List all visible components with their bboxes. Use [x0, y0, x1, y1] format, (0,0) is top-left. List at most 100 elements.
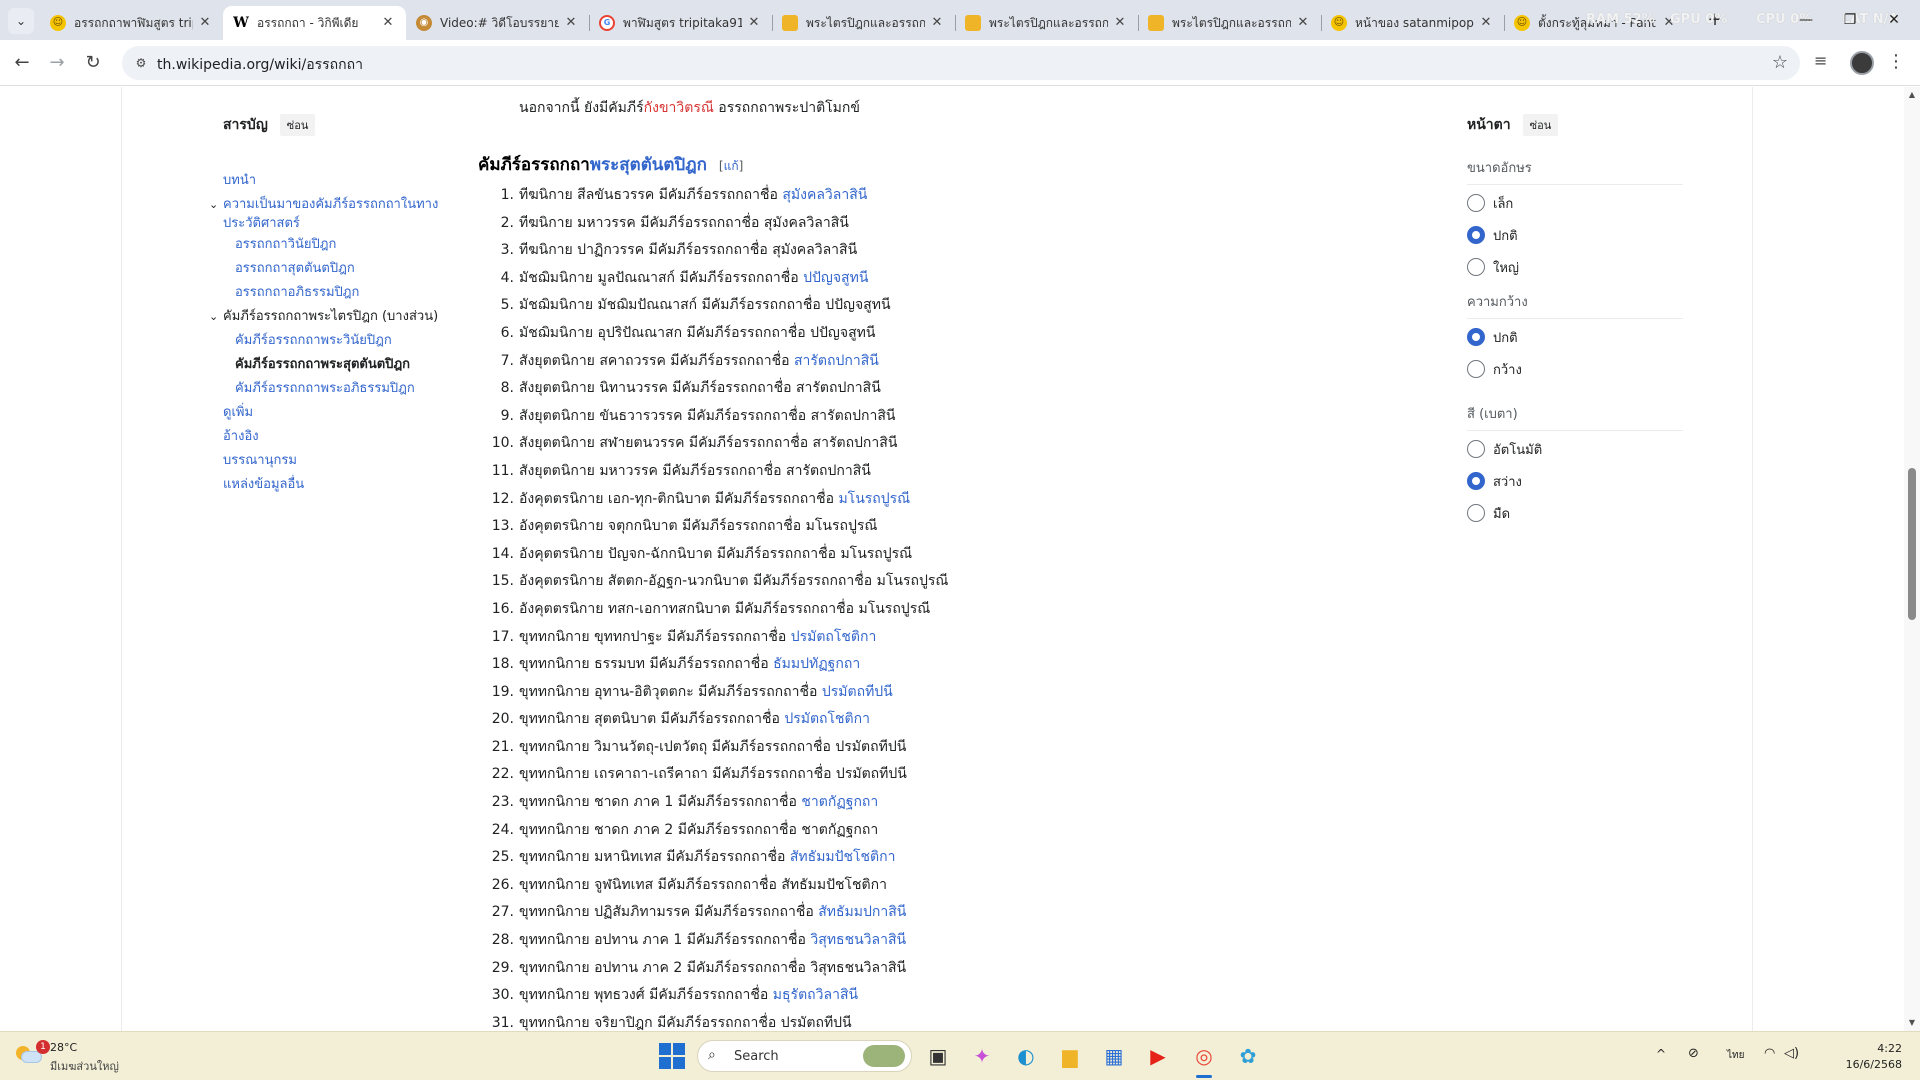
- browser-tab[interactable]: G พาฬิมสูตร tripitaka91 - ✕: [589, 6, 772, 40]
- radio-unchecked-icon[interactable]: [1467, 360, 1485, 378]
- tab-search-button[interactable]: ⌄: [8, 8, 34, 34]
- browser-tab[interactable]: ▬ พระไตรปิฎกและอรรถกถ ✕: [772, 6, 955, 40]
- appearance-hide-button[interactable]: ซ่อน: [1522, 114, 1559, 136]
- toc-item[interactable]: ⌄ คัมภีร์อรรถกถาพระไตรปิฎก (บางส่วน): [209, 307, 453, 326]
- toc-item[interactable]: คัมภีร์อรรถกถาพระสุตตันตปิฎก: [235, 355, 465, 374]
- radio-option[interactable]: สว่าง: [1467, 471, 1522, 491]
- microsoft-store-icon[interactable]: ▦: [1100, 1042, 1128, 1070]
- commentary-link[interactable]: สารัตถปกาสินี: [794, 353, 879, 369]
- taskbar-search-box[interactable]: ⌕ Search: [697, 1040, 912, 1072]
- close-tab-icon[interactable]: ✕: [563, 15, 579, 31]
- toc-item[interactable]: อรรถกถาสุตตันตปิฎก: [235, 259, 465, 278]
- app-icon[interactable]: ✿: [1234, 1042, 1262, 1070]
- back-button[interactable]: ←: [8, 49, 36, 77]
- task-view-icon[interactable]: ▣: [924, 1042, 952, 1070]
- toc-item[interactable]: แหล่งข้อมูลอื่น: [223, 475, 453, 494]
- close-tab-icon[interactable]: ✕: [1295, 15, 1311, 31]
- radio-checked-icon[interactable]: [1467, 226, 1485, 244]
- toc-item[interactable]: บทนำ: [223, 171, 453, 190]
- close-window-button[interactable]: ✕: [1874, 6, 1914, 34]
- edge-icon[interactable]: ◐: [1012, 1042, 1040, 1070]
- commentary-link[interactable]: สัทธัมมปกาสินี: [818, 904, 906, 920]
- radio-checked-icon[interactable]: [1467, 472, 1485, 490]
- toc-item[interactable]: ⌄ ความเป็นมาของคัมภีร์อรรถกถาในทางประวัติ…: [209, 195, 453, 233]
- toc-item[interactable]: คัมภีร์อรรถกถาพระวินัยปิฎก: [235, 331, 465, 350]
- windows-start-icon[interactable]: [658, 1042, 686, 1070]
- toc-item[interactable]: อรรถกถาอภิธรรมปิฎก: [235, 283, 465, 302]
- chrome-icon[interactable]: ◎: [1190, 1042, 1218, 1070]
- reload-button[interactable]: ↻: [79, 49, 107, 77]
- toc-item[interactable]: ดูเพิ่ม: [223, 403, 453, 422]
- chevron-down-icon[interactable]: ⌄: [209, 195, 218, 214]
- profile-avatar[interactable]: [1850, 51, 1874, 75]
- forward-button[interactable]: →: [43, 49, 71, 77]
- radio-option[interactable]: กว้าง: [1467, 359, 1522, 379]
- commentary-link[interactable]: ปรมัตถทีปนี: [822, 684, 893, 700]
- scroll-up-arrow-icon[interactable]: ▲: [1904, 87, 1920, 103]
- toc-item[interactable]: อรรถกถาวินัยปิฎก: [235, 235, 465, 254]
- commentary-link[interactable]: วิสุทธชนวิลาสินี: [810, 932, 906, 948]
- radio-unchecked-icon[interactable]: [1467, 194, 1485, 212]
- browser-menu-icon[interactable]: ⋮: [1886, 50, 1906, 76]
- file-explorer-icon[interactable]: ▆: [1056, 1042, 1084, 1070]
- chevron-down-icon[interactable]: ⌄: [209, 307, 218, 326]
- close-tab-icon[interactable]: ✕: [380, 15, 396, 31]
- browser-tab[interactable]: ◉ Video:# วิดีโอบรรยายฯ ✕: [406, 6, 589, 40]
- radio-unchecked-icon[interactable]: [1467, 258, 1485, 276]
- toc-item[interactable]: บรรณานุกรม: [223, 451, 453, 470]
- radio-option[interactable]: ปกติ: [1467, 327, 1518, 347]
- site-info-icon[interactable]: ⚙: [132, 54, 150, 72]
- sutta-pitaka-link[interactable]: พระสุตตันตปิฎก: [590, 155, 707, 175]
- scroll-thumb[interactable]: [1908, 468, 1916, 620]
- commentary-link[interactable]: มโนรถปูรณี: [838, 491, 910, 507]
- radio-unchecked-icon[interactable]: [1467, 504, 1485, 522]
- youtube-icon[interactable]: ▶: [1144, 1042, 1172, 1070]
- vpn-icon[interactable]: ⊘: [1688, 1046, 1699, 1061]
- toc-item[interactable]: อ้างอิง: [223, 427, 453, 446]
- radio-option[interactable]: ปกติ: [1467, 225, 1518, 245]
- copilot-icon[interactable]: ✦: [968, 1042, 996, 1070]
- minimize-button[interactable]: —: [1786, 6, 1826, 34]
- url-text[interactable]: th.wikipedia.org/wiki/อรรถกถา: [157, 54, 363, 76]
- wifi-icon[interactable]: ◠: [1764, 1046, 1775, 1061]
- weather-widget[interactable]: 1 28°C มีเมฆส่วนใหญ่: [14, 1040, 174, 1074]
- radio-option[interactable]: มืด: [1467, 503, 1510, 523]
- edit-section-link[interactable]: แก้: [724, 159, 739, 173]
- close-tab-icon[interactable]: ✕: [929, 15, 945, 31]
- kankhavitarani-redlink[interactable]: กังขาวิตรณี: [644, 100, 714, 116]
- toc-item[interactable]: คัมภีร์อรรถกถาพระอภิธรรมปิฎก: [235, 379, 465, 398]
- close-tab-icon[interactable]: ✕: [1112, 15, 1128, 31]
- close-tab-icon[interactable]: ✕: [1478, 15, 1494, 31]
- bookmark-star-icon[interactable]: ☆: [1772, 52, 1788, 73]
- commentary-link[interactable]: สัทธัมมปัชโชติกา: [790, 849, 896, 865]
- browser-tab[interactable]: ☺ อรรถกถาพาฬิมสูตร tripi ✕: [40, 6, 223, 40]
- radio-option[interactable]: เล็ก: [1467, 193, 1513, 213]
- commentary-link[interactable]: ปรมัตถโชติกา: [784, 711, 870, 727]
- clock-time[interactable]: 4:22: [1852, 1042, 1902, 1055]
- radio-option[interactable]: ใหญ่: [1467, 257, 1519, 277]
- toc-hide-button[interactable]: ซ่อน: [279, 114, 316, 136]
- commentary-link[interactable]: ปปัญจสูทนี: [803, 270, 868, 286]
- input-language-indicator[interactable]: ไทย: [1727, 1048, 1744, 1063]
- browser-tab[interactable]: ☺ หน้าของ satanmipop - ✕: [1321, 6, 1504, 40]
- volume-icon[interactable]: ◁): [1784, 1046, 1799, 1061]
- restore-button[interactable]: ❐: [1830, 6, 1870, 34]
- commentary-link[interactable]: สุมังคลวิลาสินี: [782, 187, 867, 203]
- media-controls-icon[interactable]: ≡: [1814, 51, 1827, 70]
- browser-tab[interactable]: ▬ พระไตรปิฎกและอรรถกถ ✕: [955, 6, 1138, 40]
- commentary-link[interactable]: ปรมัตถโชติกา: [791, 629, 877, 645]
- clock-date[interactable]: 16/6/2568: [1838, 1058, 1902, 1071]
- close-tab-icon[interactable]: ✕: [197, 15, 213, 31]
- commentary-link[interactable]: ชาตกัฏฐกถา: [801, 794, 878, 810]
- commentary-link[interactable]: มธุรัตถวิลาสินี: [773, 987, 858, 1003]
- show-hidden-icons-chevron-icon[interactable]: ^: [1656, 1047, 1666, 1061]
- page-scrollbar[interactable]: ▲ ▼: [1904, 87, 1920, 1031]
- close-tab-icon[interactable]: ✕: [746, 15, 762, 31]
- radio-checked-icon[interactable]: [1467, 328, 1485, 346]
- radio-option[interactable]: อัตโนมัติ: [1467, 439, 1542, 459]
- browser-tab[interactable]: ▬ พระไตรปิฎกและอรรถกถ ✕: [1138, 6, 1321, 40]
- scroll-down-arrow-icon[interactable]: ▼: [1904, 1015, 1920, 1031]
- address-bar[interactable]: ⚙ th.wikipedia.org/wiki/อรรถกถา ☆: [122, 46, 1800, 80]
- commentary-link[interactable]: ธัมมปทัฏฐกถา: [773, 656, 860, 672]
- radio-unchecked-icon[interactable]: [1467, 440, 1485, 458]
